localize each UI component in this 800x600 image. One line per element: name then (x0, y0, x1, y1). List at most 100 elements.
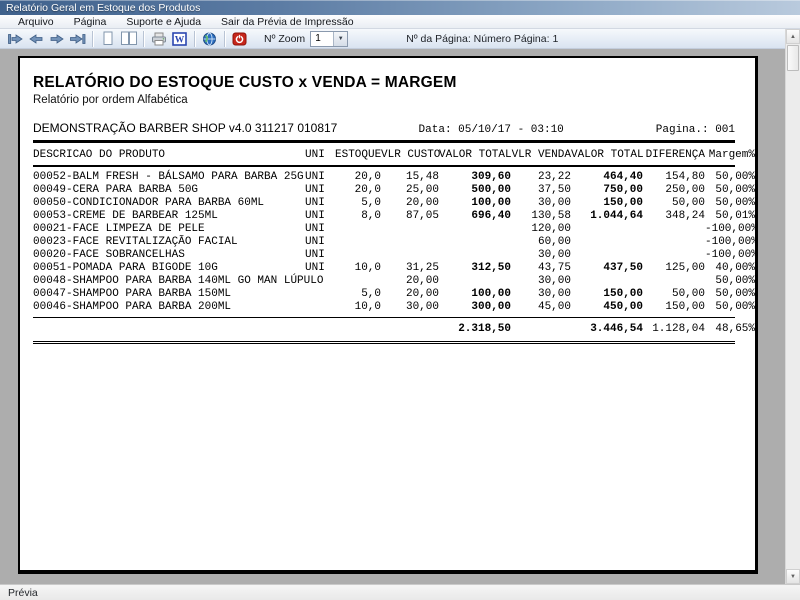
menu-item-arquivo[interactable]: Arquivo (8, 15, 64, 28)
cell-valor_total_custo: 100,00 (471, 197, 511, 209)
toolbar-separator (194, 30, 195, 47)
report-title: RELATÓRIO DO ESTOQUE CUSTO x VENDA = MAR… (33, 74, 457, 91)
table-row: 00046-SHAMPOO PARA BARBA 200ML 10,0 30,00 3… (33, 301, 755, 314)
cell-diferenca (643, 275, 705, 288)
cell-vlr_custo (381, 236, 439, 249)
cell-valor_total_custo: 312,50 (471, 262, 511, 274)
toolbar: W Nº Zoom 1 ▼ Nº da Página: Número Págin… (0, 29, 785, 49)
scroll-up-button[interactable]: ▲ (786, 29, 800, 44)
cell-vlr_custo: 87,05 (405, 210, 439, 222)
table-row: 00050-CONDICIONADOR PARA BARBA 60ML UNI 5,… (33, 197, 755, 210)
table-row: 00053-CREME DE BARBEAR 125ML UNI 8,0 87,05 6… (33, 210, 755, 223)
zoom-select[interactable]: 1 ▼ (310, 30, 349, 47)
toolbar-separator (92, 30, 93, 47)
table-row: 00021-FACE LIMPEZA DE PELE UNI 120,00 -100,… (33, 223, 758, 236)
html-export-button[interactable] (199, 30, 220, 48)
cell-valor_total_custo (439, 249, 511, 262)
cell-diferenca: 50,00 (671, 197, 705, 209)
last-page-icon (69, 33, 85, 44)
scroll-down-button[interactable]: ▼ (786, 569, 800, 584)
cell-margem: Margem% (708, 149, 755, 161)
cell-valor_total_venda (571, 236, 643, 249)
table-header-row: DESCRICAO DO PRODUTO UNI ESTOQUE VLR CUSTO V… (33, 149, 755, 162)
word-export-icon: W (172, 31, 187, 46)
cell-descricao: DESCRICAO DO PRODUTO (33, 149, 166, 161)
toolbar-separator (143, 30, 144, 47)
first-page-button[interactable] (4, 30, 25, 48)
prev-page-button[interactable] (25, 30, 46, 48)
exit-preview-button[interactable] (229, 30, 250, 48)
cell-descricao: 00050-CONDICIONADOR PARA BARBA 60ML (33, 197, 265, 209)
two-page-view-button[interactable] (118, 30, 139, 48)
menu-item-sair-da-previa-de-impressao[interactable]: Sair da Prévia de Impressão (211, 15, 363, 28)
cell-vlr_venda: 30,00 (537, 197, 571, 209)
cell-margem: -100,00% (705, 249, 758, 261)
main-area: W Nº Zoom 1 ▼ Nº da Página: Número Págin… (0, 29, 800, 584)
cell-valor_total_venda: 750,00 (603, 184, 643, 196)
cell-vlr_venda: 45,00 (537, 301, 571, 313)
menu-item-suporte-e-ajuda[interactable]: Suporte e Ajuda (116, 15, 211, 28)
cell-valor_total_custo: 100,00 (471, 288, 511, 300)
cell-estoque: 8,0 (361, 210, 381, 222)
print-icon (151, 32, 166, 45)
cell-diferenca: 154,80 (665, 171, 705, 183)
table-row: 00052-BALM FRESH - BÁLSAMO PARA BARBA 25… (33, 171, 755, 184)
cell-vlr_custo (381, 249, 439, 262)
single-page-view-button[interactable] (97, 30, 118, 48)
cell-vlr_venda: 30,00 (537, 275, 571, 287)
arrow-up-icon: ▲ (790, 33, 796, 40)
word-export-button[interactable]: W (169, 30, 190, 48)
scrollbar-thumb[interactable] (787, 45, 799, 71)
cell-descricao: 00023-FACE REVITALIZAÇÃO FACIAL (33, 236, 238, 248)
cell-valor_total_custo: VALOR TOTAL (439, 149, 512, 161)
menu-item-pagina[interactable]: Página (64, 15, 117, 28)
next-page-button[interactable] (46, 30, 67, 48)
cell-margem: 50,01% (715, 210, 755, 222)
two-page-view-icon (120, 31, 137, 45)
vertical-scrollbar[interactable]: ▲ ▼ (785, 29, 800, 584)
cell-margem: 48,65% (715, 323, 755, 335)
cell-descricao: 00047-SHAMPOO PARA BARBA 150ML (33, 288, 232, 300)
menu-bar: Arquivo Página Suporte e Ajuda Sair da Prév… (0, 15, 800, 29)
table-totals: 2.318,50 3.446,54 1.128,04 48,65% (33, 323, 755, 336)
chevron-down-icon[interactable]: ▼ (333, 31, 348, 46)
cell-valor_total_venda (571, 275, 643, 288)
cell-estoque (335, 323, 381, 336)
cell-descricao: 00049-CERA PARA BARBA 50G (33, 184, 199, 196)
cell-vlr_venda (511, 323, 571, 336)
report-subtitle: Relatório por ordem Alfabética (33, 94, 188, 106)
cell-estoque: 5,0 (361, 288, 381, 300)
cell-vlr_venda: 30,00 (537, 288, 571, 300)
status-text: Prévia (8, 586, 38, 599)
next-page-icon (50, 33, 64, 44)
company-name: DEMONSTRAÇÃO BARBER SHOP v4.0 311217 010… (33, 121, 338, 135)
rule-under-columns (33, 165, 735, 167)
exit-icon (232, 32, 247, 45)
cell-margem: 50,00% (715, 171, 755, 183)
cell-uni (305, 288, 335, 301)
cell-margem: -100,00% (705, 236, 758, 248)
cell-vlr_venda: 30,00 (537, 249, 571, 261)
cell-valor_total_venda: VALOR TOTAL (571, 149, 644, 161)
cell-valor_total_venda: 450,00 (603, 301, 643, 313)
cell-diferenca (643, 249, 705, 262)
cell-valor_total_custo (439, 223, 511, 236)
cell-descricao: 00046-SHAMPOO PARA BARBA 200ML (33, 301, 232, 313)
cell-uni (305, 301, 335, 314)
print-button[interactable] (148, 30, 169, 48)
cell-valor_total_custo: 2.318,50 (458, 323, 511, 335)
cell-uni: UNI (305, 249, 325, 261)
scrollbar-track[interactable] (786, 44, 800, 569)
svg-text:W: W (175, 35, 185, 45)
cell-vlr_venda: VLR VENDA (511, 149, 571, 161)
cell-valor_total_venda: 1.044,64 (590, 210, 643, 222)
cell-estoque (335, 223, 381, 236)
cell-margem: 50,00% (715, 184, 755, 196)
cell-uni: UNI (305, 236, 325, 248)
last-page-button[interactable] (67, 30, 88, 48)
cell-valor_total_venda: 464,40 (603, 171, 643, 183)
html-export-icon (203, 32, 216, 45)
single-page-view-icon (103, 31, 112, 45)
cell-vlr_custo: VLR CUSTO (381, 149, 441, 161)
cell-estoque: ESTOQUE (335, 149, 382, 161)
